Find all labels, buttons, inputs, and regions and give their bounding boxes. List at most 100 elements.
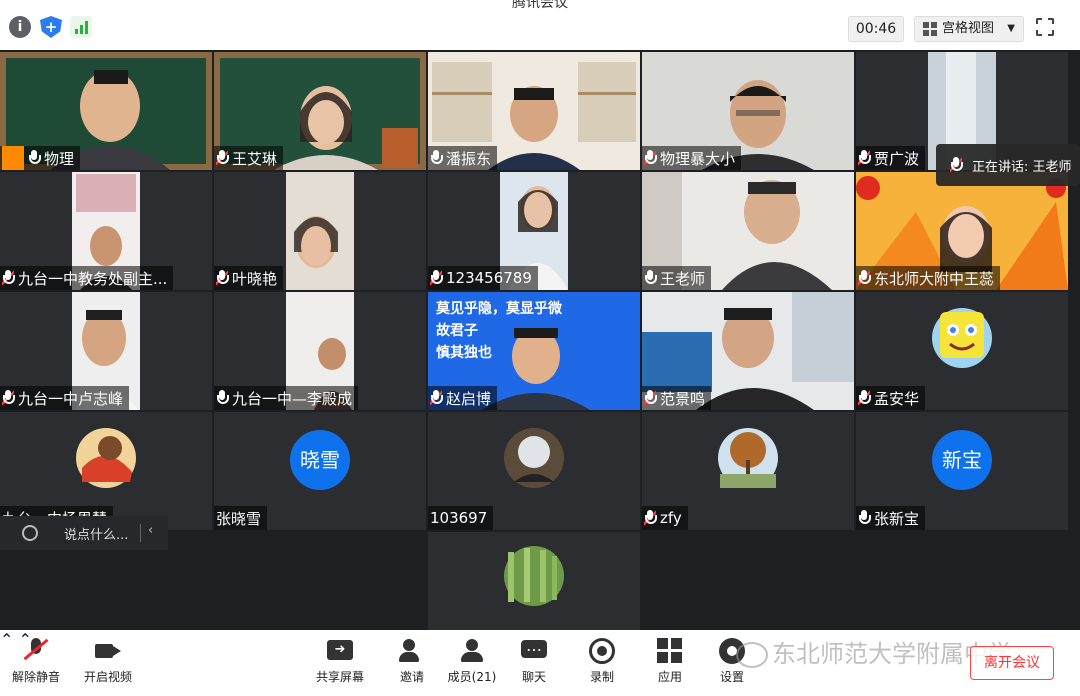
emoji-icon[interactable] bbox=[22, 525, 38, 541]
mic-muted-icon bbox=[216, 150, 229, 166]
participant-label: 103697 bbox=[428, 506, 494, 530]
start-video-button[interactable]: 开启视频 bbox=[78, 630, 138, 696]
avatar: 新宝 bbox=[932, 430, 992, 490]
mic-muted-icon bbox=[2, 270, 15, 286]
record-icon bbox=[589, 638, 615, 664]
mic-muted-icon bbox=[950, 157, 963, 173]
video-tile[interactable]: 物理 bbox=[0, 52, 212, 170]
mic-muted-icon bbox=[644, 390, 657, 406]
avatar-image bbox=[428, 532, 640, 630]
participant-label: 范景鸣 bbox=[642, 386, 712, 410]
participant-name: zfy bbox=[660, 509, 682, 527]
video-tile[interactable]: zfy bbox=[642, 412, 854, 530]
participant-label: 王老师 bbox=[642, 266, 712, 290]
mic-on-icon bbox=[858, 510, 871, 526]
unmute-button[interactable]: 解除静音 bbox=[6, 630, 66, 696]
video-tile[interactable]: 叶晓艳 bbox=[214, 172, 426, 290]
video-tile[interactable]: 莫见乎隐，莫显乎微 故君子 慎其独也 赵启博 bbox=[428, 292, 640, 410]
participant-name: 叶晓艳 bbox=[232, 269, 278, 288]
participant-label: 叶晓艳 bbox=[214, 266, 284, 290]
video-tile[interactable]: 潘振东 bbox=[428, 52, 640, 170]
participant-name: 物理 bbox=[44, 149, 75, 168]
chevron-down-icon: ▼ bbox=[1007, 23, 1015, 34]
video-tile[interactable]: 九台一中—李殿成 bbox=[214, 292, 426, 410]
participant-label: 九台一中教务处副主... bbox=[0, 266, 174, 290]
leave-meeting-button[interactable]: 离开会议 bbox=[970, 646, 1054, 680]
participant-name: 贾广波 bbox=[874, 149, 920, 168]
participant-name: 东北师大附中王蕊 bbox=[874, 269, 995, 288]
participant-name: 潘振东 bbox=[446, 149, 492, 168]
banner-line: 慎其独也 bbox=[436, 345, 492, 361]
participant-label: 九台一中卢志峰 bbox=[0, 386, 130, 410]
participant-name: 九台一中卢志峰 bbox=[18, 389, 124, 408]
mic-muted-icon bbox=[430, 390, 443, 406]
apps-button[interactable]: 应用 bbox=[642, 630, 698, 696]
participant-name: 张晓雪 bbox=[216, 509, 262, 528]
virtual-background-text: 莫见乎隐，莫显乎微 故君子 慎其独也 bbox=[436, 298, 562, 364]
chat-button[interactable]: 聊天 bbox=[506, 630, 562, 696]
participant-name: 范景鸣 bbox=[660, 389, 706, 408]
mic-muted-icon bbox=[23, 638, 49, 664]
info-icon[interactable]: i bbox=[9, 16, 31, 38]
invite-button[interactable]: 邀请 bbox=[384, 630, 440, 696]
video-tile-active-speaker[interactable]: 王老师 bbox=[642, 172, 854, 290]
network-signal-icon[interactable] bbox=[70, 16, 92, 38]
participant-label: 物理暴大小 bbox=[642, 146, 742, 170]
apps-icon bbox=[657, 638, 683, 664]
participant-name: 赵启博 bbox=[446, 389, 492, 408]
bottom-toolbar: 解除静音 开启视频 ⌃ 共享屏幕 ⌃ 邀请 成员(21) 聊天 录制 应用 设置… bbox=[0, 630, 1080, 696]
unmute-label: 解除静音 bbox=[11, 670, 60, 684]
video-tile[interactable]: 孟安华 bbox=[856, 292, 1068, 410]
record-button[interactable]: 录制 bbox=[574, 630, 630, 696]
participant-label: 王艾琳 bbox=[214, 146, 284, 170]
members-label: 成员(21) bbox=[447, 670, 497, 684]
video-tile[interactable]: 王艾琳 bbox=[214, 52, 426, 170]
collapse-icon[interactable]: ‹ bbox=[148, 523, 153, 538]
participant-label: 潘振东 bbox=[428, 146, 498, 170]
divider bbox=[140, 524, 141, 542]
share-screen-button[interactable]: 共享屏幕 bbox=[310, 630, 370, 696]
participant-label: 123456789 bbox=[428, 266, 538, 290]
speaking-indicator: 正在讲话: 王老师 bbox=[936, 144, 1080, 186]
video-tile[interactable]: 东北师大附中王蕊 bbox=[856, 172, 1068, 290]
video-tile[interactable]: 103697 bbox=[428, 412, 640, 530]
meeting-timer: 00:46 bbox=[848, 16, 904, 42]
view-mode-label: 宫格视图 bbox=[942, 21, 995, 36]
mic-muted-icon bbox=[216, 270, 229, 286]
video-tile[interactable] bbox=[428, 532, 640, 630]
mic-on-icon bbox=[644, 270, 657, 286]
participant-label: 孟安华 bbox=[856, 386, 926, 410]
apps-label: 应用 bbox=[657, 670, 682, 684]
window-title: 腾讯会议 bbox=[512, 0, 568, 11]
mic-muted-icon bbox=[2, 390, 15, 406]
video-tile[interactable]: 九台一中卢志峰 bbox=[0, 292, 212, 410]
video-tile[interactable]: 新宝 张新宝 bbox=[856, 412, 1068, 530]
fullscreen-icon[interactable] bbox=[1036, 18, 1054, 36]
view-mode-button[interactable]: 宫格视图 ▼ bbox=[914, 16, 1024, 42]
video-tile[interactable]: 晓雪 张晓雪 bbox=[214, 412, 426, 530]
video-tile[interactable]: 范景鸣 bbox=[642, 292, 854, 410]
mic-on-icon bbox=[216, 390, 229, 406]
video-tile[interactable]: 物理暴大小 bbox=[642, 52, 854, 170]
video-tile[interactable]: 九台一中教务处副主... bbox=[0, 172, 212, 290]
invite-user-icon bbox=[399, 638, 425, 664]
chat-input-bar[interactable]: 说点什么... ‹ bbox=[0, 516, 168, 550]
settings-label: 设置 bbox=[719, 670, 744, 684]
participant-label: 张新宝 bbox=[856, 506, 926, 530]
participant-name: 九台一中—李殿成 bbox=[232, 389, 353, 408]
video-tile[interactable]: 123456789 bbox=[428, 172, 640, 290]
participant-name: 孟安华 bbox=[874, 389, 920, 408]
mic-muted-icon bbox=[858, 150, 871, 166]
mic-muted-icon bbox=[644, 150, 657, 166]
mic-muted-icon bbox=[430, 270, 443, 286]
grid-view-icon bbox=[923, 22, 937, 36]
share-screen-label: 共享屏幕 bbox=[315, 670, 364, 684]
mic-muted-icon bbox=[644, 510, 657, 526]
wechat-logo-icon bbox=[736, 642, 768, 668]
chat-input-placeholder[interactable]: 说点什么... bbox=[64, 524, 128, 543]
video-tile[interactable]: 九台一中杨恩慧 bbox=[0, 412, 212, 530]
participant-name: 物理暴大小 bbox=[660, 149, 736, 168]
security-shield-icon[interactable] bbox=[40, 16, 62, 38]
members-button[interactable]: 成员(21) bbox=[444, 630, 500, 696]
invite-label: 邀请 bbox=[399, 670, 424, 684]
